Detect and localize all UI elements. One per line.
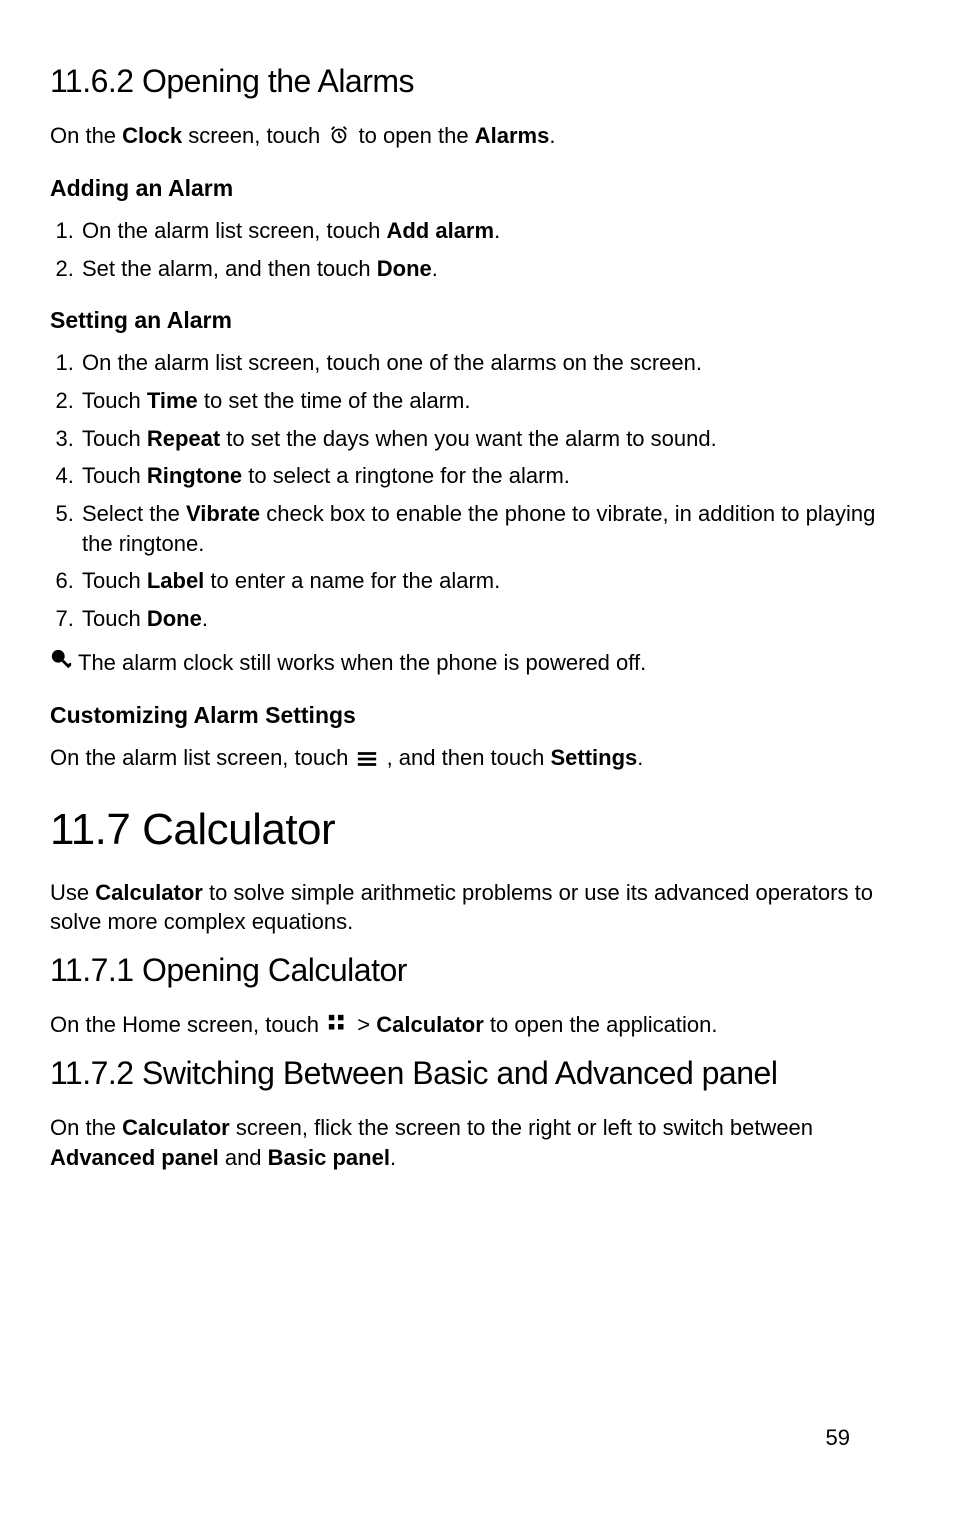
subheading-customizing-alarm-settings: Customizing Alarm Settings: [50, 700, 904, 731]
ordered-list: On the alarm list screen, touch one of t…: [50, 348, 904, 634]
text: Touch: [82, 388, 147, 413]
text: On the: [50, 123, 122, 148]
page-number: 59: [826, 1423, 850, 1453]
bold-text: Done: [147, 606, 202, 631]
list-item: Touch Done.: [80, 604, 904, 634]
list-item: Touch Time to set the time of the alarm.: [80, 386, 904, 416]
list-item: On the alarm list screen, touch one of t…: [80, 348, 904, 378]
section-heading-11-7: 11.7 Calculator: [50, 800, 904, 859]
bold-text: Vibrate: [186, 501, 260, 526]
list-item: On the alarm list screen, touch Add alar…: [80, 216, 904, 246]
text: , and then touch: [380, 745, 550, 770]
bold-text: Repeat: [147, 426, 220, 451]
note-text: The alarm clock still works when the pho…: [78, 648, 646, 678]
list-item: Touch Ringtone to select a ringtone for …: [80, 461, 904, 491]
text: On the alarm list screen, touch: [50, 745, 354, 770]
bold-text: Label: [147, 568, 204, 593]
note: The alarm clock still works when the pho…: [50, 648, 904, 678]
text: to open the application.: [484, 1012, 718, 1037]
bold-text: Ringtone: [147, 463, 242, 488]
list-item: Set the alarm, and then touch Done.: [80, 254, 904, 284]
bold-text: Advanced panel: [50, 1145, 219, 1170]
bold-text: Calculator: [95, 880, 203, 905]
bold-text: Calculator: [376, 1012, 484, 1037]
bold-text: Alarms: [475, 123, 550, 148]
bold-text: Calculator: [122, 1115, 230, 1140]
text: On the alarm list screen, touch: [82, 218, 386, 243]
apps-grid-icon: [327, 1013, 349, 1035]
text: Touch: [82, 568, 147, 593]
text: .: [637, 745, 643, 770]
text: .: [549, 123, 555, 148]
bold-text: Time: [147, 388, 198, 413]
bold-text: Done: [377, 256, 432, 281]
section-heading-11-7-1: 11.7.1 Opening Calculator: [50, 949, 904, 992]
text: and: [219, 1145, 268, 1170]
text: >: [351, 1012, 376, 1037]
text: .: [494, 218, 500, 243]
paragraph: On the alarm list screen, touch , and th…: [50, 743, 904, 773]
subheading-setting-alarm: Setting an Alarm: [50, 305, 904, 336]
bold-text: Clock: [122, 123, 182, 148]
text: .: [432, 256, 438, 281]
text: Set the alarm, and then touch: [82, 256, 377, 281]
text: to set the days when you want the alarm …: [220, 426, 717, 451]
bold-text: Settings: [551, 745, 638, 770]
subheading-adding-alarm: Adding an Alarm: [50, 173, 904, 204]
text: to set the time of the alarm.: [198, 388, 471, 413]
paragraph: On the Home screen, touch > Calculator t…: [50, 1010, 904, 1040]
list-item: Touch Label to enter a name for the alar…: [80, 566, 904, 596]
text: to select a ringtone for the alarm.: [242, 463, 570, 488]
text: screen, touch: [182, 123, 326, 148]
text: to open the: [352, 123, 474, 148]
text: On the Home screen, touch: [50, 1012, 325, 1037]
text: .: [202, 606, 208, 631]
text: Use: [50, 880, 95, 905]
paragraph: On the Calculator screen, flick the scre…: [50, 1113, 904, 1172]
bold-text: Basic panel: [268, 1145, 390, 1170]
text: to enter a name for the alarm.: [204, 568, 500, 593]
text: Touch: [82, 463, 147, 488]
text: Select the: [82, 501, 186, 526]
text: screen, flick the screen to the right or…: [230, 1115, 813, 1140]
text: .: [390, 1145, 396, 1170]
section-heading-11-7-2: 11.7.2 Switching Between Basic and Advan…: [50, 1052, 904, 1095]
note-icon: [50, 648, 78, 677]
section-heading-11-6-2: 11.6.2 Opening the Alarms: [50, 60, 904, 103]
text: Touch: [82, 426, 147, 451]
menu-icon: [356, 750, 378, 768]
ordered-list: On the alarm list screen, touch Add alar…: [50, 216, 904, 283]
paragraph: Use Calculator to solve simple arithmeti…: [50, 878, 904, 937]
list-item: Select the Vibrate check box to enable t…: [80, 499, 904, 558]
text: On the: [50, 1115, 122, 1140]
paragraph: On the Clock screen, touch to open the A…: [50, 121, 904, 151]
list-item: Touch Repeat to set the days when you wa…: [80, 424, 904, 454]
text: Touch: [82, 606, 147, 631]
bold-text: Add alarm: [386, 218, 494, 243]
alarm-icon: [328, 124, 350, 146]
